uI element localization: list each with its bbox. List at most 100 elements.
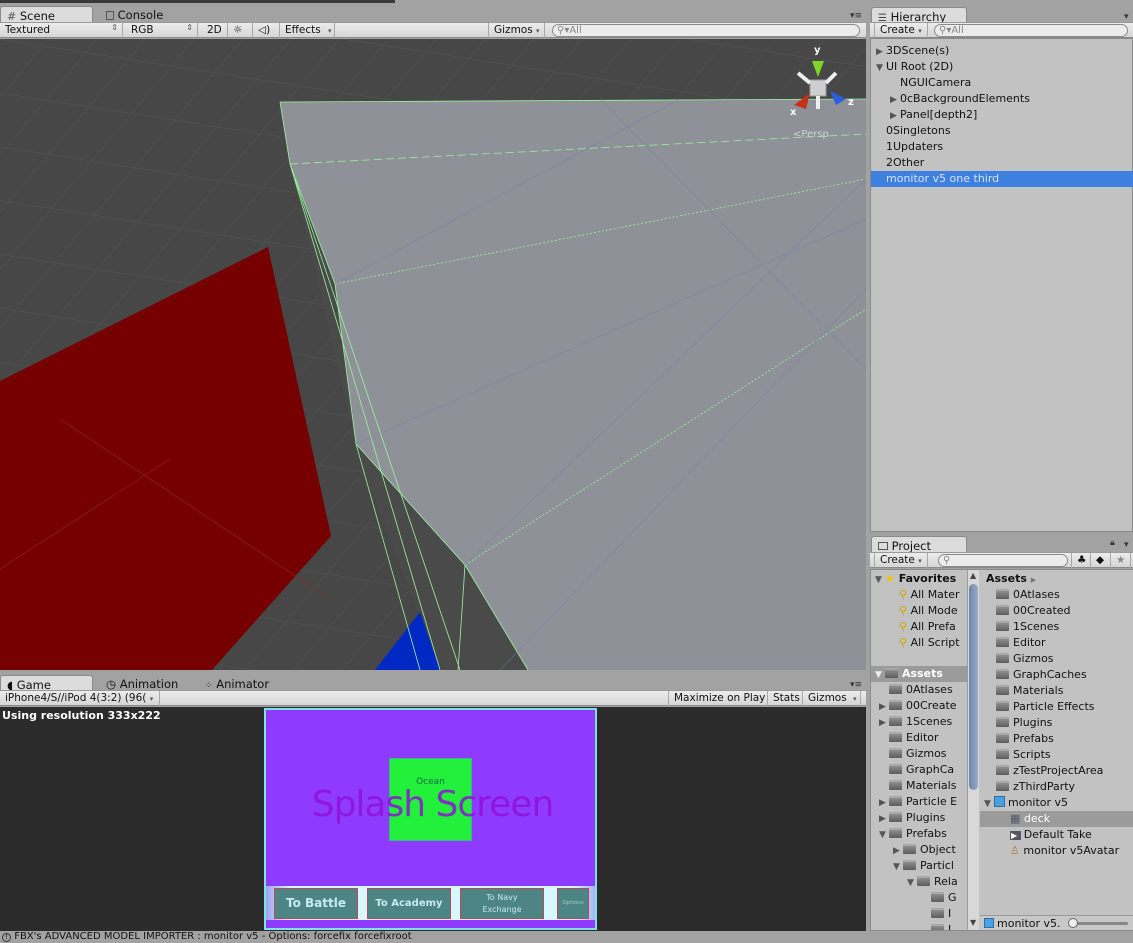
to-academy-button[interactable]: To Academy [367,888,451,919]
stats-toggle[interactable]: Stats [768,691,803,706]
project-tree-item[interactable]: GraphCa [879,762,954,778]
game-view[interactable]: Using resolution 333x222 Ocean Splash Sc… [0,707,866,931]
projection-toggle[interactable]: <Persp [793,129,829,140]
expand-arrow-icon[interactable]: ▶ [879,795,889,811]
panel-menu-icon[interactable]: ▾≡ [850,11,862,21]
audio-toggle[interactable]: ◁) [253,23,280,38]
tab-scene[interactable]: # Scene [0,6,93,23]
asset-item[interactable]: Scripts [980,747,1133,763]
asset-item[interactable]: Prefabs [980,731,1133,747]
collapse-arrow-icon[interactable]: ▼ [876,60,886,76]
hierarchy-item[interactable]: ▶ 3DScene(s) [871,43,1133,59]
orientation-gizmo[interactable]: y x z [790,45,860,122]
expand-arrow-icon[interactable]: ▶ [893,843,903,859]
filter-by-type-button[interactable]: ♣ [1071,553,1091,568]
scroll-down-arrow-icon[interactable]: ▼ [970,918,976,927]
game-viewport[interactable]: Ocean Splash Screen To Battle To Academy… [264,708,597,930]
asset-item[interactable]: ♙ monitor v5Avatar [980,843,1133,859]
project-tree-item[interactable]: I [921,906,951,922]
project-tree-item[interactable]: ▼ Prefabs [879,826,947,842]
hierarchy-item-selected[interactable]: monitor v5 one third [871,171,1133,187]
game-gizmos-dropdown[interactable]: Gizmos ▾ [803,691,861,706]
project-tree-scrollbar[interactable]: ▲ ▼ [967,570,979,930]
project-tree-item[interactable]: G [921,890,957,906]
hierarchy-item[interactable]: 2Other [871,155,1133,171]
asset-item[interactable]: 0Atlases [980,587,1133,603]
hierarchy-item[interactable]: ▶ 0cBackgroundElements [871,91,1133,107]
project-tree-item[interactable]: Editor [879,730,939,746]
project-tree-item[interactable]: ▼ Particl [893,858,954,874]
hierarchy-item[interactable]: 0Singletons [871,123,1133,139]
project-tree-item[interactable]: ▶ 1Scenes [879,714,952,730]
asset-item[interactable]: ▶ Default Take [980,827,1133,843]
asset-item[interactable]: zThirdParty [980,779,1133,795]
asset-item[interactable]: 1Scenes [980,619,1133,635]
project-tree-item[interactable]: I [921,922,951,930]
project-create-button[interactable]: Create ▾ [874,553,928,568]
project-tree-item[interactable]: Materials [879,778,956,794]
breadcrumb[interactable]: Assets ▶ [986,571,1036,587]
2d-toggle[interactable]: 2D [202,23,228,38]
collapse-arrow-icon[interactable]: ▼ [879,827,889,843]
resolution-dropdown[interactable]: iPhone4/S//iPod 4(3:2) (96( ▾ [0,691,160,706]
slider-thumb[interactable] [1068,918,1078,928]
scroll-up-arrow-icon[interactable]: ▲ [970,571,976,580]
to-navy-exchange-button[interactable]: To Navy Exchange [460,888,544,919]
scene-gizmos-dropdown[interactable]: Gizmos ▾ [488,23,545,38]
collapse-arrow-icon[interactable]: ▼ [907,875,917,891]
scene-search-input[interactable]: ⚲▾All [552,24,860,37]
expand-arrow-icon[interactable]: ▶ [890,92,900,108]
asset-item[interactable]: Particle Effects [980,699,1133,715]
favorites-header[interactable]: ▼ ★ Favorites [875,571,956,587]
collapse-arrow-icon[interactable]: ▼ [875,667,885,683]
scrollbar-thumb[interactable] [969,584,978,790]
collapse-arrow-icon[interactable]: ▼ [875,572,885,588]
project-tree-item[interactable]: Gizmos [879,746,947,762]
asset-item[interactable]: Editor [980,635,1133,651]
panel-menu-icon[interactable]: ▾ [1124,540,1129,550]
favorite-item[interactable]: ⚲ All Script [899,635,960,651]
favorite-item[interactable]: ⚲ All Mode [899,603,958,619]
expand-arrow-icon[interactable]: ▶ [876,44,886,60]
asset-item[interactable]: Materials [980,683,1133,699]
render-mode-dropdown[interactable]: RGB ⇕ [126,23,198,38]
expand-arrow-icon[interactable]: ▶ [890,108,900,124]
expand-arrow-icon[interactable]: ▶ [879,715,889,731]
project-tree-item[interactable]: ▼ Rela [907,874,958,890]
lighting-toggle[interactable]: ☼ [228,23,253,38]
asset-item[interactable]: Gizmos [980,651,1133,667]
favorite-item[interactable]: ⚲ All Prefa [899,619,956,635]
options-button[interactable]: Options [557,888,589,919]
asset-item[interactable]: 00Created [980,603,1133,619]
collapse-arrow-icon[interactable]: ▼ [984,796,994,812]
project-tree-item[interactable]: ▶ Particle E [879,794,957,810]
project-tree-item[interactable]: 0Atlases [879,682,953,698]
asset-item[interactable]: GraphCaches [980,667,1133,683]
asset-item-selected[interactable]: ▦ deck [980,811,1133,827]
shading-mode-dropdown[interactable]: Textured ⇕ [0,23,123,38]
asset-item[interactable]: ▼ monitor v5 [980,795,1133,811]
project-tree-item[interactable]: ▶ 00Create [879,698,957,714]
project-search-input[interactable]: ⚲ [938,554,1068,567]
expand-arrow-icon[interactable]: ▶ [879,699,889,715]
panel-menu-icon[interactable]: ▾ [1124,12,1129,22]
tab-project[interactable]: Project [871,536,967,553]
status-bar[interactable]: ! FBX's ADVANCED MODEL IMPORTER : monito… [0,931,1133,943]
collapse-arrow-icon[interactable]: ▼ [893,859,903,875]
project-tree-item[interactable]: ▶ Object [893,842,956,858]
tab-console[interactable]: Console [100,6,169,23]
expand-arrow-icon[interactable]: ▶ [879,811,889,827]
icon-size-slider[interactable] [1072,922,1128,925]
hierarchy-item[interactable]: ▼ UI Root (2D) [871,59,1133,75]
scene-viewport[interactable]: y x z <Persp [0,39,866,670]
hierarchy-item[interactable]: ▶ Panel[depth2] [871,107,1133,123]
hierarchy-create-button[interactable]: Create ▾ [874,23,928,38]
hierarchy-item[interactable]: NGUICamera [871,75,1133,91]
hierarchy-item[interactable]: 1Updaters [871,139,1133,155]
filter-by-label-button[interactable]: ◆ [1091,553,1111,568]
favorite-button[interactable]: ★ [1111,553,1131,568]
hierarchy-search-input[interactable]: ⚲▾All [934,24,1128,37]
favorite-item[interactable]: ⚲ All Mater [899,587,960,603]
to-battle-button[interactable]: To Battle [274,888,358,919]
panel-menu-icon[interactable]: ▾≡ [850,680,862,690]
